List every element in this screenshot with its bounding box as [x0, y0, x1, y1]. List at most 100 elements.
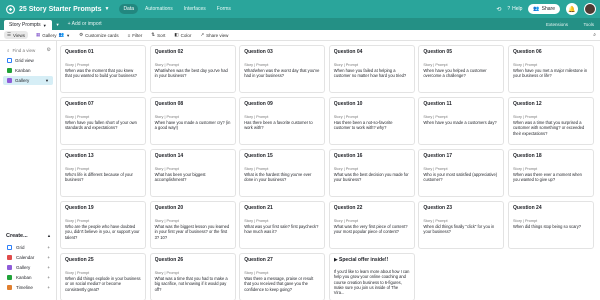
card-field-label: Story | Prompt	[65, 219, 90, 223]
share-button[interactable]: 👥 Share	[528, 4, 560, 14]
gallery-card[interactable]: Question 26 Story | Prompt What was a time…	[149, 253, 236, 300]
sidebar-view-gallery[interactable]: Gallery ▼	[3, 76, 53, 85]
gallery-card[interactable]: Question 25 Story | Prompt When did things…	[60, 253, 146, 300]
gallery-card[interactable]: Question 12 Story | Prompt When was a time…	[508, 97, 594, 145]
card-prompt-text: What was the biggest lesson you learned …	[154, 224, 230, 240]
add-or-import-button[interactable]: + Add or import	[68, 21, 102, 27]
nav-automations[interactable]: Automations	[141, 4, 177, 14]
card-title: Question 01	[65, 49, 94, 55]
card-title: Question 15	[244, 153, 273, 159]
nav-data[interactable]: Data	[119, 4, 138, 14]
card-title: Question 05	[423, 49, 453, 55]
nav-forms[interactable]: Forms	[213, 4, 235, 14]
card-prompt-text: What was the best decision you made for …	[333, 172, 409, 183]
gallery-card[interactable]: Question 07 Story | Prompt When have you f…	[60, 97, 146, 145]
card-prompt-text: What/when was the worst day that you've …	[244, 68, 320, 79]
create-calendar[interactable]: Calendar +	[0, 252, 57, 262]
find-view-field[interactable]: ⌕ Find a view ⚙	[7, 47, 51, 53]
card-field-label: Story | Prompt	[65, 115, 90, 119]
calendar-icon	[7, 254, 12, 260]
gallery-card[interactable]: Question 09 Story | Prompt Has there been …	[239, 97, 326, 145]
gallery-card[interactable]: Question 20 Story | Prompt What was the bi…	[149, 201, 236, 249]
more-tables-chevron-icon[interactable]: ▼	[56, 22, 60, 27]
card-prompt-text: What was your first sale? first paycheck…	[244, 224, 319, 235]
card-prompt-text: Was there a message, praise or result th…	[244, 276, 314, 292]
notifications-bell-icon[interactable]: 🔔	[566, 3, 578, 15]
history-icon[interactable]: ⟲	[496, 6, 501, 13]
gallery-card[interactable]: Question 01 Story | Prompt When was the mo…	[60, 45, 146, 93]
gallery-card[interactable]: Question 11 Story | Prompt When have you m…	[418, 97, 505, 145]
gear-icon[interactable]: ⚙	[47, 47, 51, 53]
card-prompt-text: When have you failed at helping a custom…	[333, 68, 407, 79]
card-prompt-text: When have you helped a customer overcome…	[423, 68, 487, 79]
sidebar-view-grid[interactable]: Grid view	[3, 56, 53, 65]
sidebar-view-kanban[interactable]: Kanban	[3, 66, 53, 75]
card-title: Question 10	[333, 101, 363, 107]
search-icon[interactable]: ⌕	[593, 32, 596, 38]
gallery-card[interactable]: Question 10 Story | Prompt Has there been …	[328, 97, 415, 145]
views-toggle-button[interactable]: ☰ Views	[4, 31, 28, 39]
table-menu-chevron-icon[interactable]: ▼	[43, 23, 47, 28]
grid-icon	[7, 244, 12, 250]
base-name[interactable]: 25 Story Starter Prompts	[19, 6, 101, 13]
card-field-label: Story | Prompt	[154, 63, 179, 67]
create-kanban[interactable]: Kanban +	[0, 272, 57, 282]
help-button[interactable]: ? Help	[507, 6, 522, 12]
gallery-card[interactable]: Question 16 Story | Prompt What was the be…	[328, 149, 415, 197]
gallery-card[interactable]: Question 15 Story | Prompt What is the har…	[239, 149, 326, 197]
gallery-card[interactable]: Question 05 Story | Prompt When have you h…	[418, 45, 505, 93]
gallery-card[interactable]: Question 14 Story | Prompt What has been y…	[149, 149, 236, 197]
chevron-down-icon[interactable]: ▼	[45, 78, 49, 83]
create-title: Create...	[6, 233, 28, 239]
gallery-card[interactable]: Question 08 Story | Prompt When have you m…	[149, 97, 236, 145]
sort-button[interactable]: ⇅ Sort	[151, 32, 165, 38]
gallery-card[interactable]: ▶ Special offer inside!! If you'd like to…	[328, 253, 415, 300]
card-field-label: Story | Prompt	[423, 219, 448, 223]
gallery-card[interactable]: Question 06 Story | Prompt When have you m…	[508, 45, 594, 93]
kanban-icon	[7, 68, 12, 73]
gallery-card[interactable]: Question 02 Story | Prompt What/when was t…	[149, 45, 236, 93]
view-name-button[interactable]: ▦ Gallery 👥 ▼	[36, 32, 70, 38]
base-logo-icon[interactable]	[6, 5, 15, 14]
card-title: Question 04	[333, 49, 363, 55]
card-field-label: Story | Prompt	[513, 167, 538, 171]
gallery-card[interactable]: Question 21 Story | Prompt What was your f…	[239, 201, 326, 249]
gallery-card[interactable]: Question 24 Story | Prompt When did things…	[508, 201, 594, 249]
gallery-card[interactable]: Question 04 Story | Prompt When have you f…	[328, 45, 415, 93]
create-gallery[interactable]: Gallery +	[0, 262, 57, 272]
card-prompt-text: When did things explode in your business…	[65, 276, 141, 292]
gallery-icon	[7, 264, 12, 270]
extensions-button[interactable]: Extensions	[546, 22, 568, 27]
card-prompt-text: When was there ever a moment when you wa…	[513, 172, 582, 183]
card-title: Question 02	[154, 49, 184, 55]
card-title: Question 14	[154, 153, 184, 159]
view-bar: ☰ Views ▦ Gallery 👥 ▼ ⚙ Customize cards ≡ Filt…	[0, 30, 600, 41]
filter-button[interactable]: ≡ Filter	[128, 33, 143, 38]
create-timeline[interactable]: Timeline +	[0, 282, 57, 292]
card-field-label: Story | Prompt	[513, 63, 538, 67]
top-bar: 25 Story Starter Prompts ▼ Data Automati…	[0, 0, 600, 18]
color-button[interactable]: ◧ Color	[174, 32, 191, 38]
gallery-card[interactable]: Question 17 Story | Prompt Who is your mos…	[418, 149, 505, 197]
gallery-card[interactable]: Question 19 Story | Prompt Who are the peo…	[60, 201, 146, 249]
customize-cards-button[interactable]: ⚙ Customize cards	[79, 32, 119, 38]
table-tab-story-prompts[interactable]: Story Prompts ▼	[4, 20, 52, 30]
gallery-card[interactable]: Question 13 Story | Prompt Who's life is d…	[60, 149, 146, 197]
gallery-card[interactable]: Question 23 Story | Prompt When did things…	[418, 201, 505, 249]
gallery-card[interactable]: Question 27 Story | Prompt Was there a mes…	[239, 253, 326, 300]
card-title: Question 23	[423, 205, 453, 211]
nav-interfaces[interactable]: Interfaces	[180, 4, 210, 14]
gallery-card[interactable]: Question 22 Story | Prompt What was the ve…	[328, 201, 415, 249]
create-grid[interactable]: Grid +	[0, 242, 57, 252]
base-menu-chevron-icon[interactable]: ▼	[104, 6, 109, 12]
people-icon: 👥	[533, 6, 540, 12]
share-view-button[interactable]: ↗ Share view	[200, 32, 228, 38]
gallery-card[interactable]: Question 03 Story | Prompt What/when was t…	[239, 45, 326, 93]
timeline-icon	[7, 284, 12, 290]
gallery-card[interactable]: Question 18 Story | Prompt When was there …	[508, 149, 594, 197]
card-prompt-text: When have you met a major milestone in y…	[513, 68, 588, 79]
tools-button[interactable]: Tools	[583, 22, 594, 27]
chevron-up-icon[interactable]: ▲	[47, 233, 51, 239]
card-title: Question 17	[423, 153, 453, 159]
user-avatar[interactable]	[584, 3, 596, 15]
